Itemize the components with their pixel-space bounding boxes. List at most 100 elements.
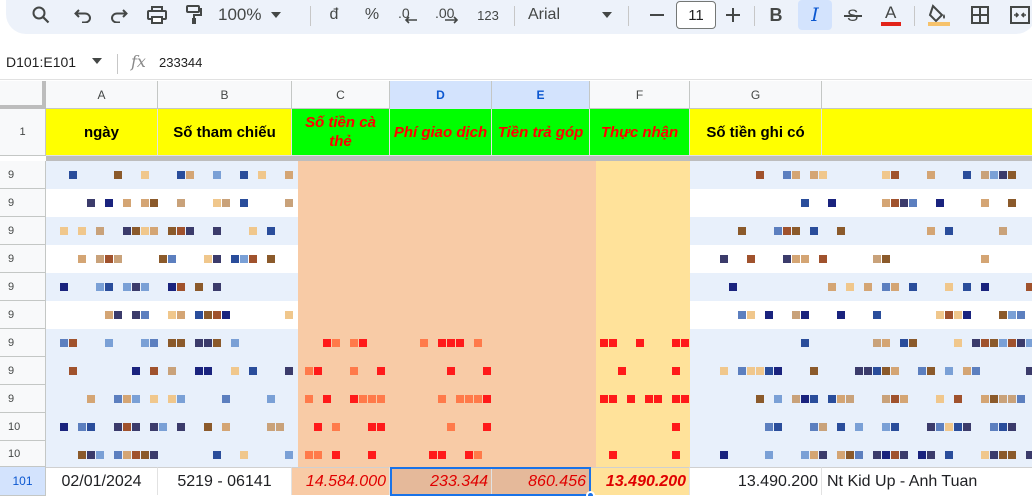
redacted-pixel xyxy=(927,171,935,179)
chevron-down-icon[interactable] xyxy=(92,58,102,64)
redacted-pixel xyxy=(114,311,122,319)
header-cell-installment[interactable]: Tiền trả góp xyxy=(492,109,590,156)
undo-icon[interactable] xyxy=(70,0,96,30)
column-header-d[interactable]: D xyxy=(390,81,492,109)
merge-cells-icon[interactable] xyxy=(1008,0,1032,30)
redacted-pixel xyxy=(909,283,917,291)
header-cell-net-received[interactable]: Thực nhận xyxy=(590,109,690,156)
redacted-pixel xyxy=(368,451,376,459)
row-header[interactable]: 9 xyxy=(0,357,46,385)
row-header[interactable]: 9 xyxy=(0,217,46,245)
header-cell-credited[interactable]: Số tiền ghi có xyxy=(690,109,822,156)
redacted-pixel xyxy=(855,451,863,459)
redacted-pixel xyxy=(456,339,464,347)
italic-icon[interactable]: I xyxy=(798,0,832,30)
column-header-b[interactable]: B xyxy=(158,81,292,109)
fill-color-icon[interactable] xyxy=(924,0,954,30)
formula-input[interactable]: 233344 xyxy=(159,55,202,70)
cell-description[interactable]: Nt Kid Up - Anh Tuan xyxy=(822,467,1032,495)
print-icon[interactable] xyxy=(143,0,171,30)
redacted-pixel xyxy=(186,171,194,179)
toolbar-divider xyxy=(514,6,515,26)
redacted-pixel xyxy=(447,423,455,431)
plus-icon[interactable] xyxy=(722,0,744,30)
strikethrough-icon[interactable]: S xyxy=(840,0,866,30)
redacted-pixel xyxy=(195,339,203,347)
column-header-c[interactable]: C xyxy=(292,81,390,109)
row-header[interactable]: 9 xyxy=(0,329,46,357)
redacted-pixel xyxy=(1026,283,1032,291)
redacted-pixel xyxy=(177,199,185,207)
redacted-pixel xyxy=(654,395,662,403)
percent-format-button[interactable]: % xyxy=(360,0,384,30)
redacted-pixel xyxy=(285,171,293,179)
column-header-h[interactable] xyxy=(822,81,1032,109)
redacted-pixel xyxy=(882,339,890,347)
redacted-pixel xyxy=(810,227,818,235)
select-all-corner[interactable] xyxy=(0,81,46,109)
bold-icon[interactable]: B xyxy=(764,0,788,30)
header-cell-reference[interactable]: Số tham chiếu xyxy=(158,109,292,156)
row-header[interactable]: 9 xyxy=(0,189,46,217)
column-header-e[interactable]: E xyxy=(492,81,590,109)
column-header-a[interactable]: A xyxy=(46,81,158,109)
redacted-pixel xyxy=(285,367,293,375)
column-header-g[interactable]: G xyxy=(690,81,822,109)
redacted-pixel xyxy=(123,199,131,207)
row-header[interactable]: 9 xyxy=(0,245,46,273)
redacted-pixel xyxy=(999,171,1007,179)
increase-decimal-icon[interactable]: .00 xyxy=(434,0,462,30)
redacted-pixel xyxy=(231,255,239,263)
redacted-pixel xyxy=(936,199,944,207)
redacted-pixel xyxy=(837,395,845,403)
header-cell-fee[interactable]: Phí giao dịch xyxy=(390,109,492,156)
row-header[interactable]: 9 xyxy=(0,273,46,301)
header-cell-date[interactable]: ngày xyxy=(46,109,158,156)
minus-icon[interactable] xyxy=(646,0,668,30)
search-icon[interactable] xyxy=(28,0,54,30)
toolbar-divider xyxy=(310,6,311,26)
redacted-pixel xyxy=(882,395,890,403)
redacted-pixel xyxy=(204,255,212,263)
row-header[interactable]: 10 xyxy=(0,441,46,467)
name-box[interactable]: D101:E101 xyxy=(6,54,76,70)
zoom-select[interactable]: 100% xyxy=(218,0,288,30)
paint-format-icon[interactable] xyxy=(182,0,206,30)
toolbar-divider xyxy=(754,6,755,26)
row-header[interactable]: 10 xyxy=(0,413,46,441)
cell-reference[interactable]: 5219 - 06141 xyxy=(158,467,292,495)
redacted-pixel xyxy=(609,395,617,403)
column-header-f[interactable]: F xyxy=(590,81,690,109)
redacted-pixel xyxy=(900,395,908,403)
row-header[interactable]: 9 xyxy=(0,161,46,189)
cell-net-received[interactable]: 13.490.200 xyxy=(590,467,690,495)
redacted-pixel xyxy=(222,311,230,319)
cell-credited[interactable]: 13.490.200 xyxy=(690,467,822,495)
font-size-input[interactable]: 11 xyxy=(676,1,716,29)
header-cell-card-amount[interactable]: Số tiền cà thẻ xyxy=(292,109,390,156)
redacted-pixel xyxy=(213,339,221,347)
header-cell-description[interactable] xyxy=(822,109,1032,156)
selection-fill-handle[interactable] xyxy=(586,491,595,496)
more-formats-button[interactable]: 123 xyxy=(474,0,502,30)
cell-date[interactable]: 02/01/2024 xyxy=(46,467,158,495)
redacted-pixel xyxy=(954,339,962,347)
redacted-pixel xyxy=(204,339,212,347)
redacted-pixel xyxy=(600,339,608,347)
borders-icon[interactable] xyxy=(966,0,994,30)
row-header-1[interactable]: 1 xyxy=(0,109,46,156)
decrease-decimal-icon[interactable]: .0 xyxy=(396,0,422,30)
toolbar-divider xyxy=(628,6,629,26)
cell-card-amount[interactable]: 14.584.000 xyxy=(292,467,390,495)
redacted-pixel xyxy=(168,339,176,347)
currency-format-button[interactable]: đ xyxy=(322,0,346,30)
redacted-pixel xyxy=(900,199,908,207)
row-header[interactable]: 9 xyxy=(0,301,46,329)
font-chevron-down-icon[interactable] xyxy=(600,0,614,30)
text-color-icon[interactable]: A xyxy=(877,0,905,30)
redo-icon[interactable] xyxy=(106,0,132,30)
redacted-pixel xyxy=(123,395,131,403)
row-header-101[interactable]: 101 xyxy=(0,467,46,496)
redacted-pixel xyxy=(78,255,86,263)
row-header[interactable]: 9 xyxy=(0,385,46,413)
